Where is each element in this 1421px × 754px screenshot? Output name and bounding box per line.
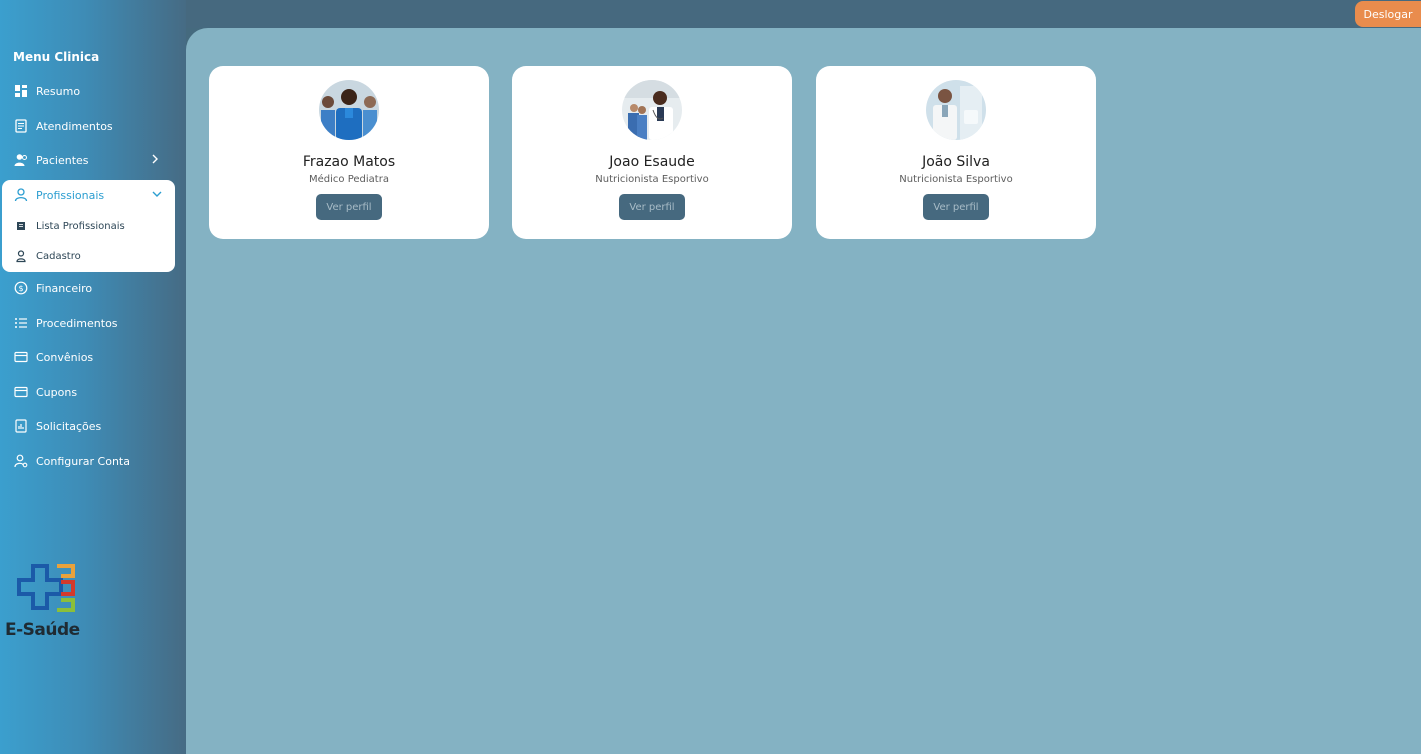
professional-card: Frazao Matos Médico Pediatra Ver perfil xyxy=(209,66,489,239)
brand-name: E-Saúde xyxy=(5,620,80,640)
view-profile-button[interactable]: Ver perfil xyxy=(923,194,989,220)
sidebar-item-pacientes[interactable]: Pacientes xyxy=(0,145,175,175)
users-icon xyxy=(14,153,28,167)
chevron-down-icon xyxy=(152,191,162,197)
sidebar-item-atendimentos[interactable]: Atendimentos xyxy=(0,111,175,141)
sidebar-item-label: Financeiro xyxy=(36,281,93,295)
sidebar-item-label: Solicitações xyxy=(36,419,102,433)
dashboard-icon xyxy=(14,84,28,98)
sidebar-item-resumo[interactable]: Resumo xyxy=(0,76,175,106)
sidebar-item-profissionais[interactable]: Profissionais xyxy=(2,180,175,210)
card-icon xyxy=(14,385,28,399)
sidebar: Menu Clinica Resumo Atendimentos Pacient… xyxy=(0,0,186,754)
sidebar-item-convenios[interactable]: Convênios xyxy=(0,342,175,372)
avatar xyxy=(622,80,682,140)
svg-text:$: $ xyxy=(18,284,23,293)
logout-button[interactable]: Deslogar xyxy=(1355,1,1421,27)
sidebar-item-solicitacoes[interactable]: Solicitações xyxy=(0,411,175,441)
professional-name: Frazao Matos xyxy=(302,154,396,170)
sidebar-item-label: Configurar Conta xyxy=(36,454,130,468)
report-icon xyxy=(14,419,28,433)
professional-card: João Silva Nutricionista Esportivo Ver p… xyxy=(816,66,1096,239)
document-icon xyxy=(14,119,28,133)
avatar xyxy=(319,80,379,140)
submenu-item-label: Lista Profissionais xyxy=(36,220,125,232)
dollar-icon: $ xyxy=(14,281,28,295)
person-icon xyxy=(14,249,28,263)
user-icon xyxy=(14,188,28,202)
submenu-profissionais: Profissionais Lista Profissionais Cadast… xyxy=(2,180,175,272)
view-profile-button[interactable]: Ver perfil xyxy=(619,194,685,220)
sidebar-item-financeiro[interactable]: $ Financeiro xyxy=(0,273,175,303)
professional-role: Médico Pediatra xyxy=(309,174,389,185)
submenu-item-lista-profissionais[interactable]: Lista Profissionais xyxy=(2,211,175,241)
user-settings-icon xyxy=(14,454,28,468)
chevron-right-icon xyxy=(152,154,158,164)
professional-name: João Silva xyxy=(922,154,990,170)
professional-role: Nutricionista Esportivo xyxy=(595,174,709,185)
top-bar xyxy=(186,0,1421,28)
sidebar-item-label: Pacientes xyxy=(36,153,89,167)
menu-title: Menu Clinica xyxy=(13,50,100,64)
view-profile-button[interactable]: Ver perfil xyxy=(316,194,382,220)
sidebar-item-configurar-conta[interactable]: Configurar Conta xyxy=(0,446,175,476)
card-icon xyxy=(14,350,28,364)
sidebar-item-label: Profissionais xyxy=(36,188,105,202)
list-icon xyxy=(14,316,28,330)
professional-card: Joao Esaude Nutricionista Esportivo Ver … xyxy=(512,66,792,239)
professional-role: Nutricionista Esportivo xyxy=(899,174,1013,185)
main-panel: Frazao Matos Médico Pediatra Ver perfil … xyxy=(186,28,1421,754)
sidebar-item-label: Atendimentos xyxy=(36,119,113,133)
avatar xyxy=(926,80,986,140)
sidebar-item-cupons[interactable]: Cupons xyxy=(0,377,175,407)
sidebar-item-procedimentos[interactable]: Procedimentos xyxy=(0,308,175,338)
sidebar-item-label: Procedimentos xyxy=(36,316,118,330)
sidebar-item-label: Cupons xyxy=(36,385,78,399)
professional-name: Joao Esaude xyxy=(609,154,695,170)
submenu-item-cadastro[interactable]: Cadastro xyxy=(2,241,175,271)
square-icon xyxy=(14,219,28,233)
sidebar-item-label: Convênios xyxy=(36,350,94,364)
sidebar-item-label: Resumo xyxy=(36,84,81,98)
submenu-item-label: Cadastro xyxy=(36,250,81,262)
